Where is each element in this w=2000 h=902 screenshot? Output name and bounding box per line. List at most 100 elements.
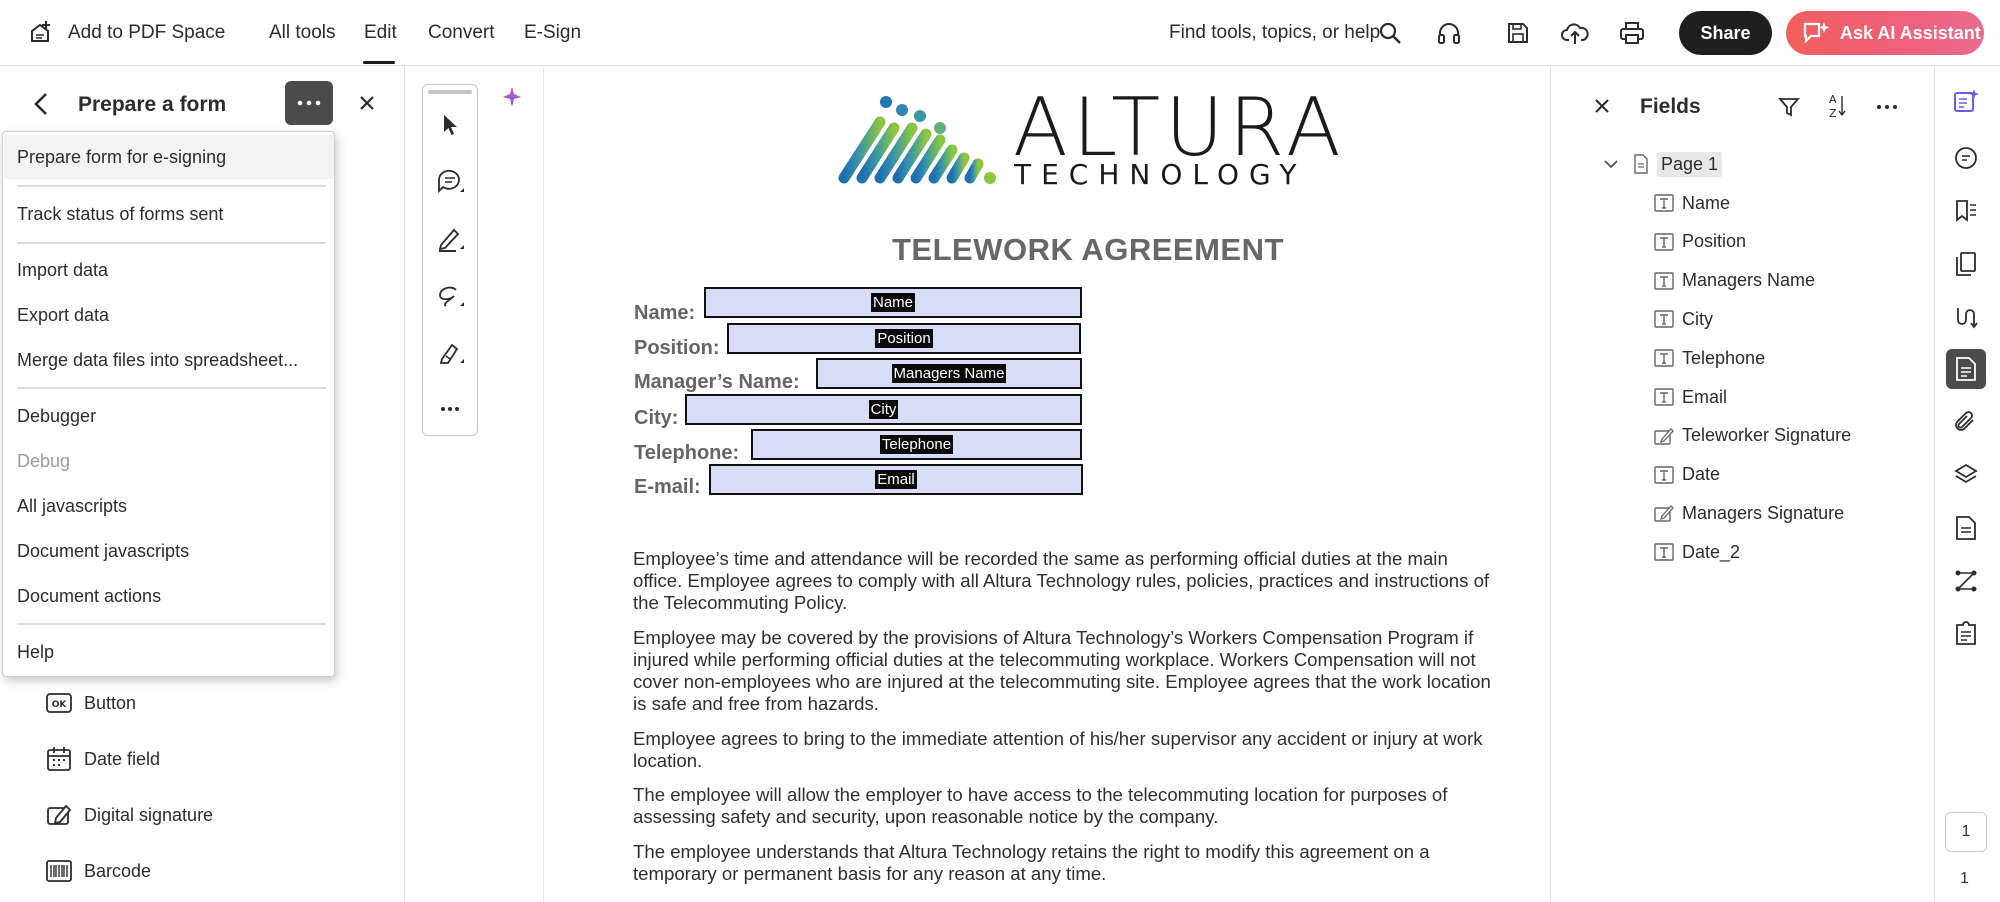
- paragraph: Employee’s time and attendance will be r…: [633, 548, 1490, 613]
- form-field-position[interactable]: Position: [727, 323, 1081, 354]
- field-item-label: Date_2: [1682, 541, 1741, 562]
- drag-handle[interactable]: [428, 90, 472, 94]
- highlight-pen-icon[interactable]: [436, 225, 464, 253]
- filter-icon[interactable]: [1778, 96, 1800, 118]
- add-to-pdf-space-button[interactable]: Add to PDF Space: [26, 0, 225, 66]
- ai-edit-icon[interactable]: [1946, 81, 1986, 121]
- compare-icon[interactable]: [1946, 297, 1986, 337]
- cloud-upload-icon[interactable]: [1559, 17, 1591, 49]
- logo-mark-icon: [838, 96, 996, 184]
- current-page-input[interactable]: 1: [1945, 812, 1987, 852]
- ai-assistant-icon: [1803, 22, 1829, 44]
- share-button[interactable]: Share: [1679, 11, 1772, 55]
- form-field-name[interactable]: Name: [704, 287, 1082, 318]
- page-icon: [1634, 154, 1648, 174]
- menu-track-status[interactable]: Track status of forms sent: [17, 203, 223, 225]
- menu-convert[interactable]: Convert: [428, 0, 495, 66]
- menu-export-data[interactable]: Export data: [17, 304, 109, 326]
- tool-date-field-label: Date field: [84, 748, 161, 769]
- field-tag: Position: [875, 329, 933, 348]
- more-options-button[interactable]: [285, 81, 333, 125]
- tool-button[interactable]: OK Button: [46, 688, 136, 718]
- field-item[interactable]: Date: [1654, 461, 1720, 489]
- search-icon[interactable]: [1374, 17, 1406, 49]
- tool-date-field[interactable]: Date field: [46, 744, 160, 774]
- ask-ai-assistant-button[interactable]: Ask AI Assistant: [1786, 11, 1984, 55]
- menu-edit[interactable]: Edit: [364, 0, 397, 66]
- attachment-icon[interactable]: [1946, 402, 1986, 442]
- text-field-icon: [1654, 543, 1674, 561]
- form-fields-icon[interactable]: [1946, 613, 1986, 653]
- field-item[interactable]: Managers Signature: [1654, 499, 1844, 527]
- print-icon[interactable]: [1616, 17, 1648, 49]
- menu-debugger[interactable]: Debugger: [17, 405, 96, 427]
- menu-merge-data-files[interactable]: Merge data files into spreadsheet...: [17, 349, 298, 371]
- text-field-icon: [1654, 310, 1674, 329]
- back-arrow-icon[interactable]: [30, 91, 54, 117]
- field-item[interactable]: Email: [1654, 383, 1727, 411]
- sign-pen-icon[interactable]: [436, 339, 464, 367]
- menu-help[interactable]: Help: [17, 641, 54, 663]
- tree-page-node[interactable]: Page 1: [1603, 150, 1723, 178]
- field-item-label: Email: [1682, 386, 1728, 407]
- save-icon[interactable]: [1502, 17, 1534, 49]
- menu-document-javascripts[interactable]: Document javascripts: [17, 540, 189, 562]
- field-item[interactable]: Date_2: [1654, 538, 1740, 566]
- sort-az-icon[interactable]: AZ: [1826, 92, 1846, 120]
- field-item[interactable]: Telephone: [1654, 344, 1765, 372]
- more-tools-icon[interactable]: [436, 395, 464, 423]
- form-field-telephone[interactable]: Telephone: [751, 429, 1082, 460]
- svg-text:OK: OK: [52, 700, 68, 710]
- freehand-draw-icon[interactable]: [436, 282, 464, 310]
- menu-divider: [17, 387, 326, 389]
- field-item[interactable]: Teleworker Signature: [1654, 422, 1851, 450]
- select-cursor-icon[interactable]: [436, 111, 464, 139]
- close-fields-icon[interactable]: [1594, 98, 1610, 114]
- field-item-label: Name: [1682, 192, 1731, 213]
- menu-divider: [17, 242, 326, 244]
- text-field-icon: [1654, 271, 1674, 290]
- logo-wordmark: ALTURA: [1013, 81, 1346, 174]
- pages-thumbnails-icon[interactable]: [1946, 244, 1986, 284]
- comment-icon[interactable]: [436, 168, 464, 196]
- ai-sparkle-icon[interactable]: [501, 86, 523, 108]
- field-item[interactable]: Name: [1654, 189, 1730, 217]
- menu-all-javascripts[interactable]: All javascripts: [17, 495, 127, 517]
- field-item[interactable]: City: [1654, 305, 1713, 333]
- tool-digital-signature[interactable]: Digital signature: [46, 800, 213, 830]
- document-icon[interactable]: [1946, 508, 1986, 548]
- menu-prepare-form-esign[interactable]: Prepare form for e-signing: [17, 146, 226, 168]
- menu-import-data[interactable]: Import data: [17, 259, 108, 281]
- layers-icon[interactable]: [1946, 455, 1986, 495]
- form-field-city[interactable]: City: [685, 394, 1082, 425]
- order-tags-icon[interactable]: [1946, 561, 1986, 601]
- fields-more-icon[interactable]: [1876, 104, 1898, 110]
- label-position: Position:: [634, 337, 720, 359]
- search-tools-label[interactable]: Find tools, topics, or help: [1169, 0, 1380, 66]
- prepare-form-rail-icon[interactable]: [1946, 349, 1986, 389]
- field-item[interactable]: Managers Name: [1654, 267, 1815, 295]
- label-managers-name: Manager’s Name:: [634, 371, 800, 393]
- tool-barcode[interactable]: Barcode: [46, 856, 151, 886]
- headphones-icon[interactable]: [1433, 17, 1465, 49]
- text-field-icon: [1654, 349, 1674, 367]
- tool-barcode-label: Barcode: [84, 860, 152, 881]
- menu-all-tools[interactable]: All tools: [269, 0, 336, 66]
- menu-divider: [17, 623, 326, 625]
- paragraph: Employee agrees to bring to the immediat…: [633, 728, 1483, 771]
- chevron-down-icon[interactable]: [1603, 159, 1619, 169]
- field-item-label: Managers Signature: [1682, 502, 1845, 523]
- form-field-email[interactable]: Email: [709, 464, 1083, 495]
- field-item-label: City: [1682, 308, 1713, 329]
- menu-e-sign[interactable]: E-Sign: [524, 0, 581, 66]
- ok-button-icon: OK: [46, 693, 72, 713]
- field-item[interactable]: Position: [1654, 228, 1746, 256]
- panel-title: Prepare a form: [78, 93, 227, 116]
- label-city: City:: [634, 407, 679, 429]
- field-item-label: Telephone: [1682, 347, 1766, 368]
- close-panel-icon[interactable]: [358, 94, 376, 112]
- comment-rail-icon[interactable]: [1946, 138, 1986, 178]
- menu-document-actions[interactable]: Document actions: [17, 585, 161, 607]
- bookmarks-icon[interactable]: [1946, 191, 1986, 231]
- form-field-managers-name[interactable]: Managers Name: [816, 358, 1082, 389]
